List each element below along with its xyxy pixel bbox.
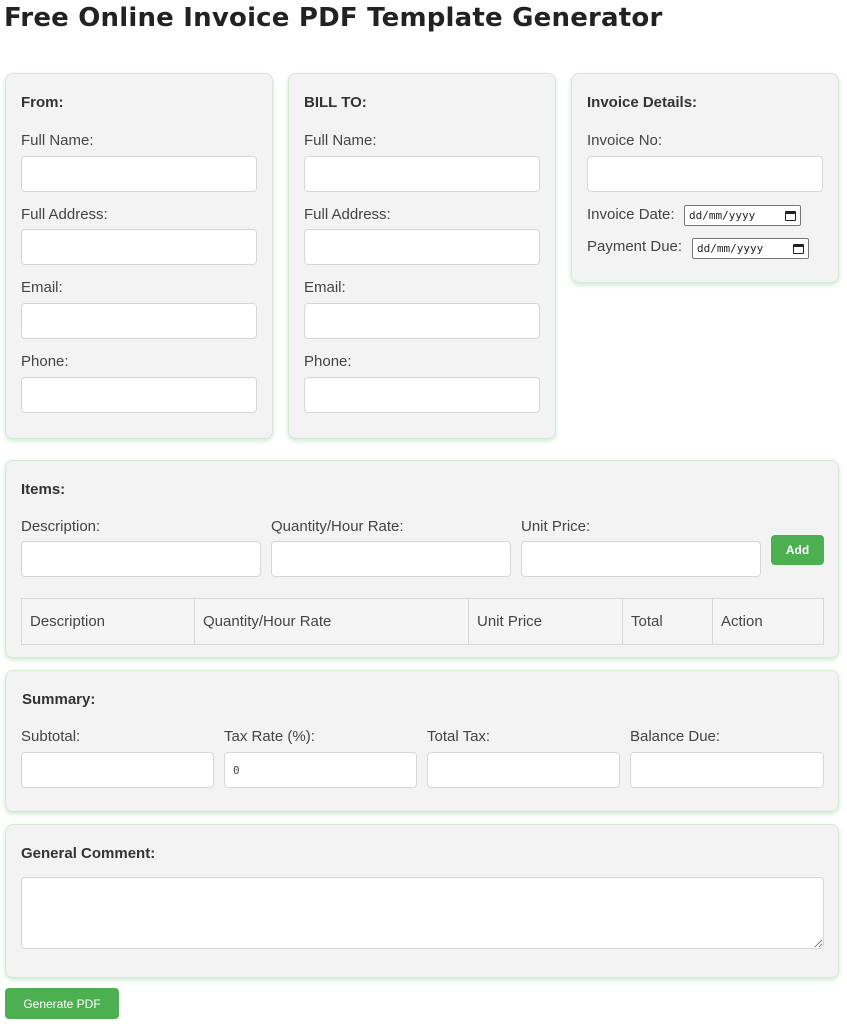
generate-pdf-button[interactable]: Generate PDF: [5, 988, 119, 1019]
from-full-address-input[interactable]: [21, 229, 257, 265]
tax-rate-label: Tax Rate (%):: [224, 728, 315, 745]
column-header-action: Action: [712, 598, 824, 645]
invoice-date-placeholder: dd/mm/yyyy: [689, 209, 756, 222]
item-quantity-label: Quantity/Hour Rate:: [271, 518, 404, 535]
payment-due-placeholder: dd/mm/yyyy: [697, 242, 764, 255]
column-header-total: Total: [622, 598, 713, 645]
total-tax-input[interactable]: [427, 752, 620, 788]
item-unit-price-input[interactable]: [521, 541, 761, 577]
invoice-date-picker[interactable]: dd/mm/yyyy: [684, 205, 801, 226]
comment-heading: General Comment:: [21, 845, 156, 862]
column-header-quantity: Quantity/Hour Rate: [194, 598, 469, 645]
bill-to-email-input[interactable]: [304, 303, 540, 339]
from-full-name-label: Full Name:: [21, 132, 94, 149]
items-table-header-row: Description Quantity/Hour Rate Unit Pric…: [21, 598, 824, 645]
bill-to-full-name-label: Full Name:: [304, 132, 377, 149]
from-email-label: Email:: [21, 279, 63, 296]
summary-card: Summary: Subtotal: Tax Rate (%): Total T…: [5, 670, 839, 812]
invoice-details-heading: Invoice Details:: [587, 94, 698, 111]
calendar-icon[interactable]: [785, 210, 796, 221]
item-description-label: Description:: [21, 518, 101, 535]
summary-heading: Summary:: [22, 691, 96, 708]
column-header-unit-price: Unit Price: [468, 598, 623, 645]
from-card: From: Full Name: Full Address: Email: Ph…: [5, 73, 273, 439]
bill-to-phone-label: Phone:: [304, 353, 352, 370]
from-heading: From:: [21, 94, 64, 111]
subtotal-input[interactable]: [21, 752, 214, 788]
calendar-icon[interactable]: [793, 243, 804, 254]
bill-to-heading: BILL TO:: [304, 94, 367, 111]
total-tax-label: Total Tax:: [427, 728, 491, 745]
bill-to-full-address-label: Full Address:: [304, 206, 391, 223]
bill-to-card: BILL TO: Full Name: Full Address: Email:…: [288, 73, 556, 439]
payment-due-label: Payment Due:: [587, 238, 683, 255]
invoice-details-card: Invoice Details: Invoice No: Invoice Dat…: [571, 73, 839, 283]
item-unit-price-label: Unit Price:: [521, 518, 591, 535]
invoice-no-label: Invoice No:: [587, 132, 663, 149]
balance-due-label: Balance Due:: [630, 728, 721, 745]
bill-to-email-label: Email:: [304, 279, 346, 296]
items-card: Items: Description: Quantity/Hour Rate: …: [5, 460, 839, 658]
item-quantity-input[interactable]: [271, 541, 511, 577]
from-phone-input[interactable]: [21, 377, 257, 413]
subtotal-label: Subtotal:: [21, 728, 81, 745]
bill-to-full-address-input[interactable]: [304, 229, 540, 265]
comment-textarea[interactable]: [21, 877, 824, 949]
invoice-no-input[interactable]: [587, 156, 823, 192]
tax-rate-input[interactable]: [224, 752, 417, 788]
from-email-input[interactable]: [21, 303, 257, 339]
balance-due-input[interactable]: [630, 752, 824, 788]
bill-to-full-name-input[interactable]: [304, 156, 540, 192]
from-phone-label: Phone:: [21, 353, 69, 370]
page-title: Free Online Invoice PDF Template Generat…: [4, 3, 663, 33]
bill-to-phone-input[interactable]: [304, 377, 540, 413]
items-heading: Items:: [21, 481, 66, 498]
from-full-name-input[interactable]: [21, 156, 257, 192]
comment-card: General Comment:: [5, 824, 839, 978]
column-header-description: Description: [21, 598, 195, 645]
payment-due-picker[interactable]: dd/mm/yyyy: [692, 238, 809, 259]
from-full-address-label: Full Address:: [21, 206, 108, 223]
items-table: Description Quantity/Hour Rate Unit Pric…: [21, 598, 824, 645]
invoice-date-label: Invoice Date:: [587, 206, 675, 223]
item-description-input[interactable]: [21, 541, 261, 577]
add-item-button[interactable]: Add: [771, 535, 824, 565]
